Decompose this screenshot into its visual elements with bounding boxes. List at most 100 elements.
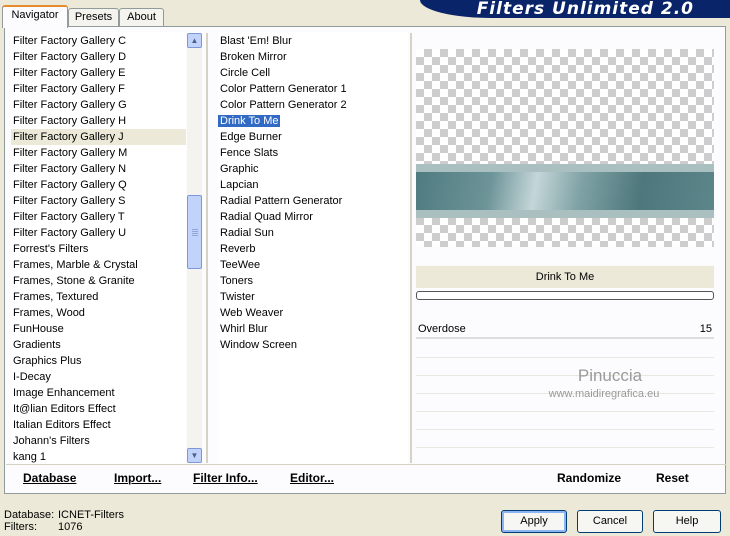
list-item[interactable]: Gradients [11,337,186,353]
list-item-label: Color Pattern Generator 1 [220,83,347,95]
list-item[interactable]: Filter Factory Gallery D [11,49,186,65]
list-item-label: FunHouse [13,323,64,335]
list-item-label: Filter Factory Gallery E [13,67,126,79]
scroll-up-icon[interactable]: ▲ [187,33,202,48]
list-item[interactable]: Lapcian [218,177,408,193]
list-item[interactable]: Reverb [218,241,408,257]
list-item-label: Filter Factory Gallery H [13,115,127,127]
list-item-label: Graphic [220,163,259,175]
randomize-button[interactable]: Randomize [557,471,621,485]
list-item-label: Filter Factory Gallery G [13,99,127,111]
list-item-label: Frames, Stone & Granite [13,275,135,287]
filter-info-button[interactable]: Filter Info... [193,471,258,485]
list-item[interactable]: Italian Editors Effect [11,417,186,433]
list-item-label: Filter Factory Gallery C [13,35,127,47]
list-item[interactable]: Radial Quad Mirror [218,209,408,225]
list-item[interactable]: Color Pattern Generator 2 [218,97,408,113]
list-item[interactable]: Filter Factory Gallery E [11,65,186,81]
list-item[interactable]: Filter Factory Gallery S [11,193,186,209]
list-item[interactable]: Circle Cell [218,65,408,81]
list-item[interactable]: Forrest's Filters [11,241,186,257]
preview-filter-name: Drink To Me [416,266,714,288]
list-item[interactable]: Filter Factory Gallery T [11,209,186,225]
list-item[interactable]: Edge Burner [218,129,408,145]
list-item[interactable]: I-Decay [11,369,186,385]
preview-band-bottom [416,210,714,218]
list-item[interactable]: Frames, Marble & Crystal [11,257,186,273]
list-item-label: Radial Quad Mirror [220,211,313,223]
database-value: ICNET-Filters [58,509,124,521]
list-item[interactable]: Twister [218,289,408,305]
list-divider-right [410,33,412,463]
list-item[interactable]: Window Screen [218,337,408,353]
parameter-row[interactable]: Overdose 15 [416,321,714,337]
list-item[interactable]: Graphics Plus [11,353,186,369]
list-item-label: Filter Factory Gallery N [13,163,127,175]
list-item[interactable]: Filter Factory Gallery H [11,113,186,129]
list-item[interactable]: Filter Factory Gallery N [11,161,186,177]
list-item[interactable]: Filter Factory Gallery Q [11,177,186,193]
list-item[interactable]: Fence Slats [218,145,408,161]
list-item[interactable]: kang 1 [11,449,186,464]
list-item[interactable]: Filter Factory Gallery J [11,129,186,145]
list-item-label: Gradients [13,339,61,351]
list-item[interactable]: Frames, Wood [11,305,186,321]
list-item-label: Toners [220,275,254,287]
list-item-label: Edge Burner [220,131,282,143]
database-button[interactable]: Database [23,471,76,485]
list-item-label: kang 1 [13,451,47,463]
list-item[interactable]: Filter Factory Gallery C [11,33,186,49]
preview-band [416,172,714,210]
tab-presets[interactable]: Presets [68,8,119,26]
list-item[interactable]: Broken Mirror [218,49,408,65]
tab-about[interactable]: About [119,8,164,26]
list-item-label: Reverb [220,243,256,255]
scroll-thumb[interactable] [187,195,202,269]
list-item[interactable]: Whirl Blur [218,321,408,337]
list-item-label: Twister [220,291,255,303]
list-item[interactable]: Image Enhancement [11,385,186,401]
reset-button[interactable]: Reset [656,471,689,485]
list-item-label: Filter Factory Gallery U [13,227,127,239]
filters-count-label: Filters: [4,521,37,533]
list-item-label: Forrest's Filters [13,243,89,255]
list-item[interactable]: Filter Factory Gallery F [11,81,186,97]
list-item-label: Fence Slats [220,147,279,159]
category-scrollbar[interactable]: ▲ ▼ [187,33,202,463]
list-item[interactable]: Frames, Textured [11,289,186,305]
list-item[interactable]: Blast 'Em! Blur [218,33,408,49]
category-list[interactable]: Filter Factory Gallery C Filter Factory G… [11,32,186,464]
list-item[interactable]: It@lian Editors Effect [11,401,186,417]
tab-navigator[interactable]: Navigator [2,5,68,28]
list-item[interactable]: Drink To Me [218,113,408,129]
list-item-label: Filter Factory Gallery S [13,195,126,207]
list-item[interactable]: FunHouse [11,321,186,337]
app-title-banner: Filters Unlimited 2.0 [420,0,730,18]
apply-button[interactable]: Apply [501,510,567,533]
list-item[interactable]: TeeWee [218,257,408,273]
database-label: Database: [4,509,55,521]
list-item[interactable]: Radial Pattern Generator [218,193,408,209]
scroll-down-icon[interactable]: ▼ [187,448,202,463]
list-item[interactable]: Radial Sun [218,225,408,241]
list-item[interactable]: Filter Factory Gallery M [11,145,186,161]
list-item[interactable]: Graphic [218,161,408,177]
list-item[interactable]: Filter Factory Gallery U [11,225,186,241]
list-item[interactable]: Toners [218,273,408,289]
list-item-label: Drink To Me [218,115,281,127]
list-item[interactable]: Web Weaver [218,305,408,321]
parameter-slider-track[interactable] [416,337,714,339]
watermark-url: www.maidiregrafica.eu [548,388,660,400]
list-item[interactable]: Color Pattern Generator 1 [218,81,408,97]
list-item[interactable]: Filter Factory Gallery G [11,97,186,113]
editor-button[interactable]: Editor... [290,471,334,485]
import-button[interactable]: Import... [114,471,161,485]
list-item-label: Window Screen [220,339,298,351]
list-item-label: It@lian Editors Effect [13,403,116,415]
help-button[interactable]: Help [653,510,721,533]
list-item[interactable]: Johann's Filters [11,433,186,449]
cancel-button[interactable]: Cancel [577,510,643,533]
filter-list[interactable]: Blast 'Em! Blur Broken Mirror Circle Cell C… [218,32,408,464]
preview-band-top [416,164,714,172]
list-item[interactable]: Frames, Stone & Granite [11,273,186,289]
